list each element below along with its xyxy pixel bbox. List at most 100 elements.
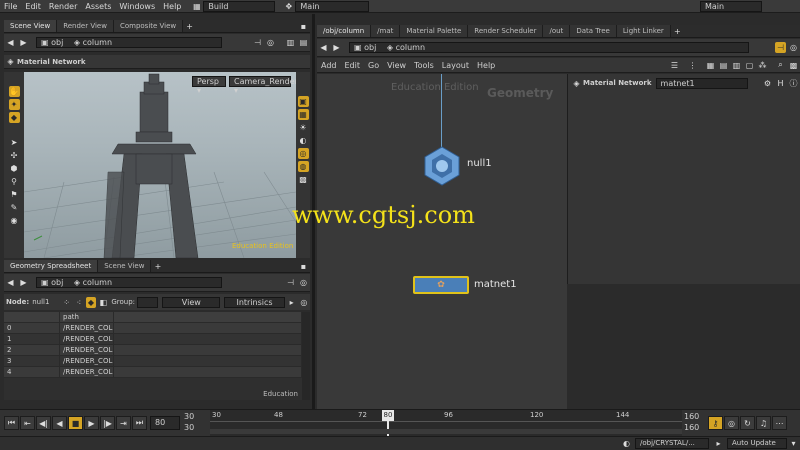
search-icon[interactable]: ⌕ bbox=[775, 60, 786, 71]
column-header-path[interactable]: path bbox=[60, 312, 114, 322]
intrinsics-menu[interactable]: Intrinsics bbox=[224, 296, 285, 308]
desktop-move-icon[interactable]: ✥ bbox=[283, 1, 294, 12]
vertices-icon[interactable]: ⁖ bbox=[74, 297, 84, 308]
menu-file[interactable]: File bbox=[0, 0, 21, 13]
right-desktop-select[interactable]: Main bbox=[700, 0, 762, 12]
audio-icon[interactable]: ♫ bbox=[756, 416, 771, 430]
step-back-icon[interactable]: ◀| bbox=[36, 416, 51, 430]
link-icon[interactable]: ◎ bbox=[265, 37, 276, 48]
rotate-tool-icon[interactable]: ◆ bbox=[8, 112, 20, 123]
grid-icon[interactable]: ▩ bbox=[298, 174, 309, 185]
desktop-select[interactable]: Main bbox=[295, 0, 370, 12]
options-icon[interactable]: ⋯ bbox=[772, 416, 787, 430]
camera-icon[interactable]: ◐ bbox=[298, 135, 309, 146]
back-arrow-icon-3[interactable]: ◀ bbox=[318, 42, 329, 53]
net-menu-layout[interactable]: Layout bbox=[438, 61, 473, 70]
view-menu[interactable]: View bbox=[162, 296, 221, 308]
scale-tool-icon[interactable]: ⬢ bbox=[9, 163, 20, 174]
menu-assets[interactable]: Assets bbox=[81, 0, 115, 13]
back-arrow-icon-2[interactable]: ◀ bbox=[5, 277, 16, 288]
gear-icon[interactable]: ⚙ bbox=[762, 78, 773, 89]
chat-icon[interactable]: ◐ bbox=[621, 438, 632, 449]
tree-view-icon[interactable]: ⋮ bbox=[687, 60, 698, 71]
select-tool-icon[interactable]: ✋ bbox=[8, 86, 20, 97]
list-view-icon[interactable]: ☰ bbox=[669, 60, 680, 71]
play-icon[interactable]: ▶ bbox=[84, 416, 99, 430]
light-icon[interactable]: ☀ bbox=[298, 122, 309, 133]
add-tab-icon-3[interactable]: + bbox=[672, 26, 683, 37]
sync-icon[interactable]: ◎ bbox=[299, 297, 309, 308]
menu-render[interactable]: Render bbox=[45, 0, 81, 13]
spreadsheet-scrollbar[interactable] bbox=[302, 312, 310, 400]
help-icon[interactable]: H bbox=[775, 78, 786, 89]
step-forward-icon[interactable]: |▶ bbox=[100, 416, 115, 430]
eye-tool-icon[interactable]: ◉ bbox=[9, 215, 20, 226]
left-bottom-path-field[interactable]: ▣ obj ◈ column bbox=[36, 277, 222, 288]
left-top-path-field[interactable]: ▣ obj ◈ column bbox=[36, 37, 222, 48]
jump-end-icon[interactable]: ⏭ bbox=[132, 416, 147, 430]
maximize-icon[interactable]: ▤ bbox=[298, 37, 309, 48]
update-mode-arrow-icon[interactable]: ▾ bbox=[788, 438, 799, 449]
range-start-value[interactable]: 30 bbox=[184, 412, 194, 421]
display-wire-icon[interactable]: ▦ bbox=[297, 109, 309, 120]
pin-icon-3[interactable]: ⊣ bbox=[775, 42, 786, 53]
timeline-track[interactable]: 30 48 72 96 120 144 80 bbox=[210, 410, 682, 436]
tab-light-linker[interactable]: Light Linker bbox=[616, 25, 671, 37]
link-icon-2[interactable]: ◎ bbox=[298, 277, 309, 288]
pin-icon-2[interactable]: ⊣ bbox=[285, 277, 296, 288]
table-row[interactable]: 2 /RENDER_COL bbox=[4, 345, 302, 356]
snap-icon[interactable]: ◎ bbox=[297, 148, 309, 159]
realtime-icon[interactable]: ◎ bbox=[724, 416, 739, 430]
range-start-value-2[interactable]: 30 bbox=[184, 423, 194, 432]
add-tab-icon-2[interactable]: + bbox=[152, 261, 163, 272]
forward-arrow-icon[interactable]: ▶ bbox=[18, 37, 29, 48]
tab-data-tree[interactable]: Data Tree bbox=[570, 25, 617, 37]
net-menu-view[interactable]: View bbox=[383, 61, 410, 70]
tab-mat[interactable]: /mat bbox=[371, 25, 401, 37]
net-menu-go[interactable]: Go bbox=[364, 61, 383, 70]
detail-icon[interactable]: ◧ bbox=[98, 297, 108, 308]
split-icon[interactable]: ▥ bbox=[285, 37, 296, 48]
back-arrow-icon[interactable]: ◀ bbox=[5, 37, 16, 48]
primitives-icon[interactable]: ◆ bbox=[85, 296, 97, 308]
points-icon[interactable]: ⁘ bbox=[61, 297, 71, 308]
menu-help[interactable]: Help bbox=[159, 0, 185, 13]
shelf-grid-icon[interactable]: ▦ bbox=[191, 1, 202, 12]
move-tool-icon[interactable]: ✦ bbox=[8, 99, 20, 110]
update-mode-select[interactable]: Auto Update bbox=[727, 438, 787, 449]
shelf-set-select[interactable]: Build bbox=[203, 0, 276, 12]
pose-tool-icon[interactable]: ⚑ bbox=[9, 189, 20, 200]
menu-edit[interactable]: Edit bbox=[21, 0, 45, 13]
stop-icon[interactable]: ■ bbox=[68, 416, 83, 430]
loop-icon[interactable]: ↻ bbox=[740, 416, 755, 430]
node-name-field[interactable]: matnet1 bbox=[655, 77, 748, 89]
tab-scene-view[interactable]: Scene View bbox=[4, 20, 58, 32]
tab-geometry-spreadsheet[interactable]: Geometry Spreadsheet bbox=[4, 260, 99, 272]
add-tab-icon[interactable]: + bbox=[184, 21, 195, 32]
forward-arrow-icon-3[interactable]: ▶ bbox=[331, 42, 342, 53]
camera-menu[interactable]: Camera_Render ▾ bbox=[229, 76, 296, 95]
net-menu-help[interactable]: Help bbox=[473, 61, 499, 70]
matnet1-node[interactable]: ✿ bbox=[413, 276, 469, 294]
sticky-icon[interactable]: ▥ bbox=[731, 60, 742, 71]
ghost-icon[interactable]: ◍ bbox=[297, 161, 309, 172]
tab-out[interactable]: /out bbox=[543, 25, 571, 37]
net-menu-add[interactable]: Add bbox=[317, 61, 341, 70]
network-editor[interactable]: Education Edition Geometry null1 ✿ matne… bbox=[317, 74, 567, 409]
play-reverse-icon[interactable]: ◀ bbox=[52, 416, 67, 430]
current-frame-field[interactable]: 80 bbox=[150, 416, 180, 430]
box-icon[interactable]: ▢ bbox=[744, 60, 755, 71]
handle-tool-icon[interactable]: ⚲ bbox=[9, 176, 20, 187]
viewport[interactable]: Persp ▾ Camera_Render ▾ Education Editio… bbox=[24, 72, 296, 258]
table-row[interactable]: 1 /RENDER_COL bbox=[4, 334, 302, 345]
pointer-tool-icon[interactable]: ➤ bbox=[9, 137, 20, 148]
table-row[interactable]: 0 /RENDER_COL bbox=[4, 323, 302, 334]
net-menu-tools[interactable]: Tools bbox=[410, 61, 438, 70]
grid-view-icon[interactable]: ▦ bbox=[705, 60, 716, 71]
link-icon-3[interactable]: ◎ bbox=[788, 42, 799, 53]
brush-tool-icon[interactable]: ✎ bbox=[9, 202, 20, 213]
null1-node[interactable] bbox=[421, 146, 463, 186]
timeline-playhead[interactable]: 80 bbox=[382, 410, 394, 421]
key-icon[interactable]: ⚷ bbox=[708, 416, 723, 430]
tile-view-icon[interactable]: ▤ bbox=[718, 60, 729, 71]
